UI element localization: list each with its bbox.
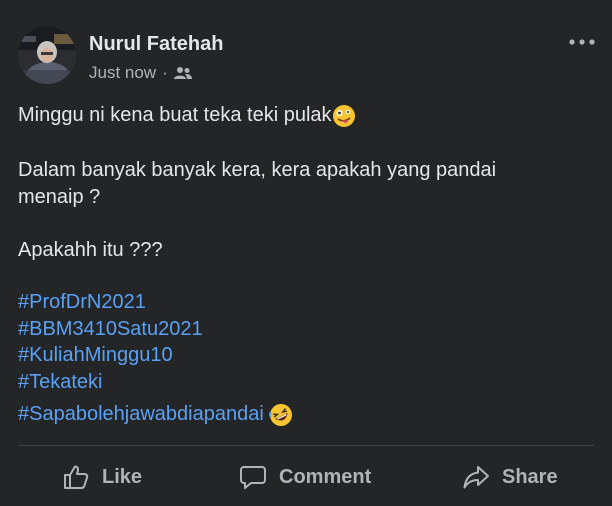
post-line-1: Minggu ni kena buat teka teki pulak — [18, 102, 356, 128]
thumbs-up-icon — [64, 465, 89, 489]
like-label: Like — [102, 465, 143, 488]
share-button[interactable]: Share — [462, 460, 558, 494]
hashtag-link[interactable]: #BBM3410Satu2021 — [18, 316, 203, 342]
more-icon — [569, 39, 595, 45]
share-icon — [463, 466, 489, 489]
more-options-button[interactable] — [566, 32, 598, 52]
post-line-2: Dalam banyak banyak kera, kera apakah ya… — [18, 159, 497, 181]
share-label: Share — [502, 465, 558, 488]
hashtag-line: #Sapabolehjawabdiapandai — [18, 401, 293, 427]
post-line-1-text: Minggu ni kena buat teka teki pulak — [18, 104, 332, 126]
post-line-4: Apakahh itu ??? — [18, 239, 163, 261]
actions-divider — [18, 445, 594, 446]
hashtag-link[interactable]: #Tekateki — [18, 369, 103, 395]
avatar-image — [18, 26, 76, 84]
top-strip — [0, 0, 612, 7]
hashtag-link[interactable]: #ProfDrN2021 — [18, 289, 146, 315]
post-time[interactable]: Just now — [89, 63, 156, 83]
hashtag-link[interactable]: #Sapabolehjawabdiapandai — [18, 403, 264, 425]
like-button[interactable]: Like — [62, 460, 142, 494]
post-card: Nurul Fatehah Just now · Minggu ni kena … — [0, 7, 612, 506]
rofl-emoji — [269, 403, 293, 426]
comment-icon — [240, 466, 266, 489]
post-meta: Just now · — [89, 63, 192, 83]
post-line-3: menaip ? — [18, 186, 101, 208]
meta-separator: · — [162, 63, 168, 82]
avatar[interactable] — [18, 26, 76, 84]
friends-icon[interactable] — [173, 66, 192, 80]
hashtag-link[interactable]: #KuliahMinggu10 — [18, 342, 173, 368]
zany-face-emoji — [332, 104, 355, 127]
author-name[interactable]: Nurul Fatehah — [89, 33, 223, 56]
comment-button[interactable]: Comment — [239, 460, 371, 494]
comment-label: Comment — [279, 465, 372, 488]
